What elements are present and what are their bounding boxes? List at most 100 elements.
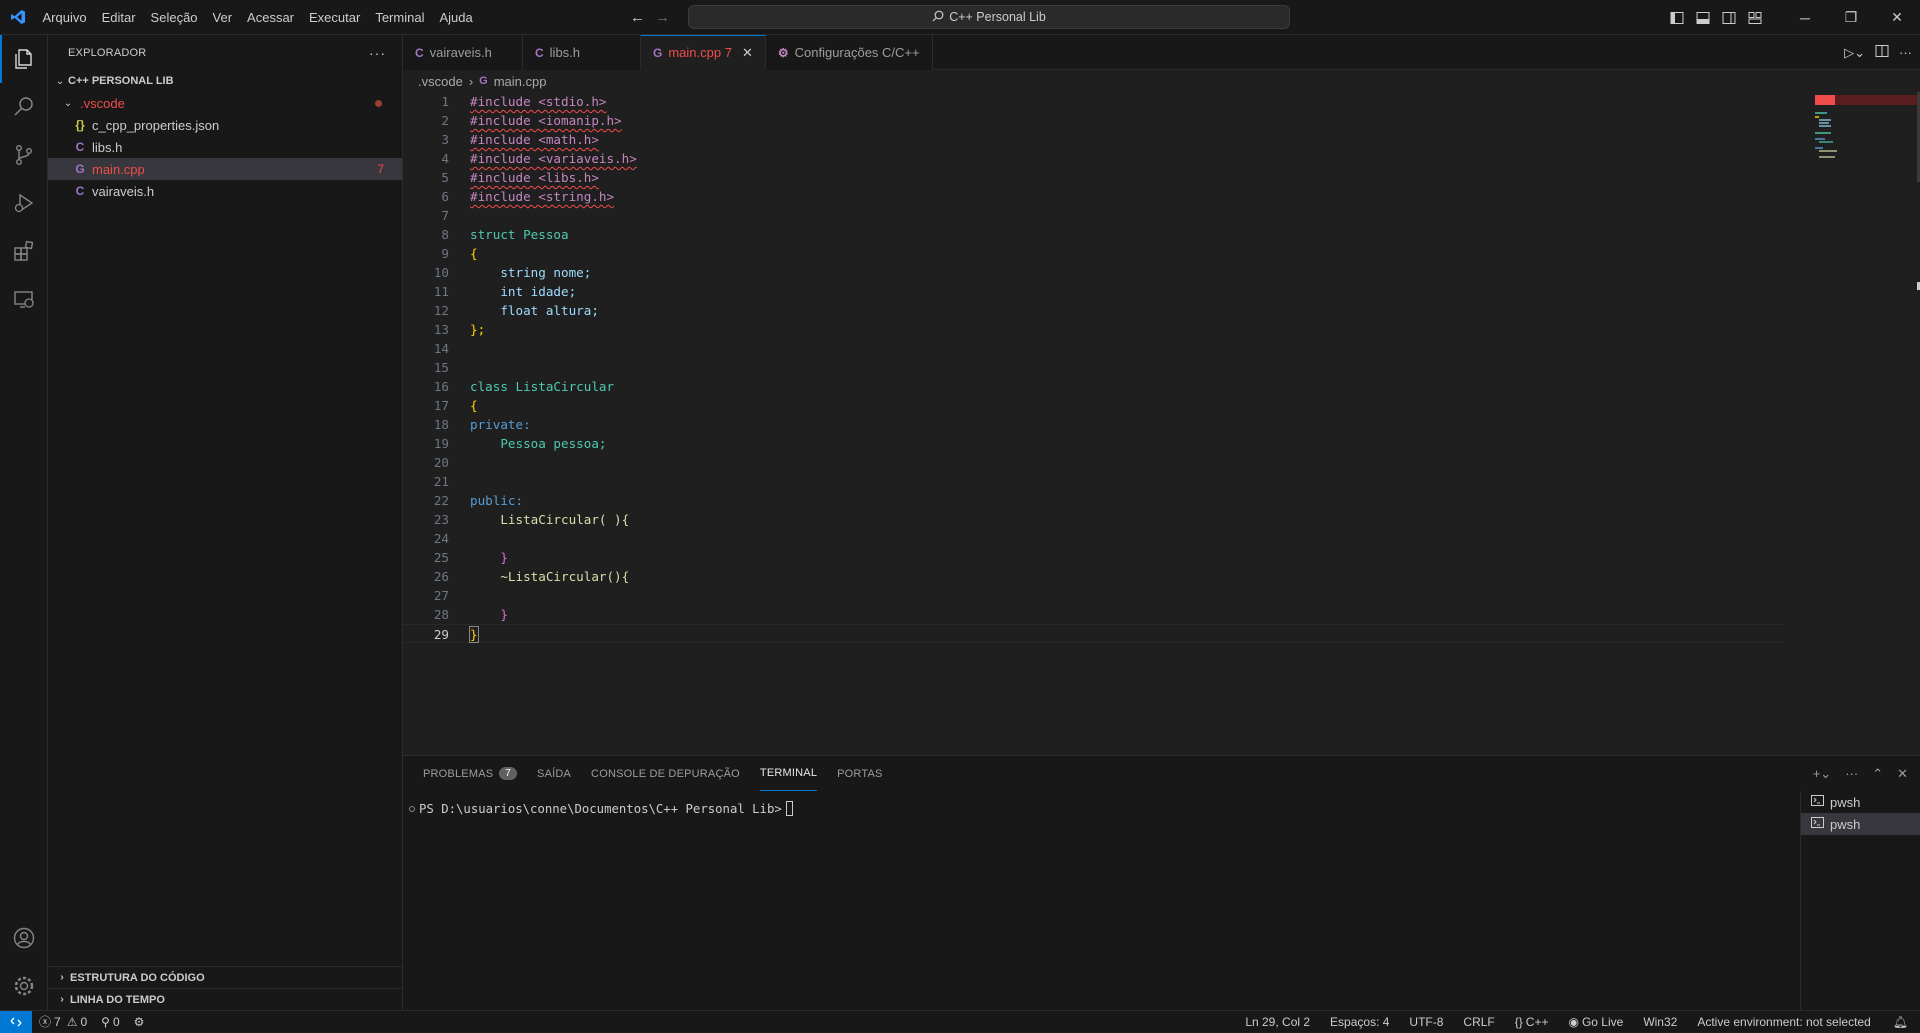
code-line: ListaCircular( ){ [470,512,630,527]
code-line: #include <iomanip.h> [470,113,622,128]
cursor-position[interactable]: Ln 29, Col 2 [1235,1015,1320,1029]
notifications-bell-icon[interactable]: 🔔︎ [1881,1015,1920,1029]
problems-status[interactable]: ⓧ 7 ⚠ 0 [32,1013,94,1030]
tab-debug-console[interactable]: CONSOLE DE DEPURAÇÃO [591,756,740,791]
outline-section[interactable]: › ESTRUTURA DO CÓDIGO [48,966,402,988]
chevron-down-icon: ⌄ [55,75,65,87]
menu-executar[interactable]: Executar [302,0,368,35]
source-control-icon[interactable] [0,131,48,179]
folder-vscode[interactable]: ⌄ .vscode [48,92,402,114]
broadcast-icon: ◉ [1568,1015,1579,1029]
run-debug-icon[interactable] [0,179,48,227]
code-line: #include <string.h> [470,189,615,204]
settings-gear-icon[interactable] [0,962,48,1010]
more-editor-actions-icon[interactable]: ··· [1899,45,1912,60]
platform[interactable]: Win32 [1633,1015,1687,1029]
search-activity-icon[interactable] [0,83,48,131]
menu-editar[interactable]: Editar [94,0,143,35]
menu-ajuda[interactable]: Ajuda [432,0,480,35]
toggle-secondary-sidebar-icon[interactable] [1716,0,1742,35]
run-file-icon[interactable]: ▷⌄ [1844,45,1865,61]
line-number: 9 [441,246,449,261]
terminal-list: pwsh pwsh [1800,791,1920,1011]
toggle-panel-icon[interactable] [1690,0,1716,35]
end-of-line[interactable]: CRLF [1453,1015,1504,1029]
file-item[interactable]: C libs.h [48,136,402,158]
tab-output[interactable]: SAÍDA [537,756,571,791]
close-window-icon[interactable]: ✕ [1874,0,1920,35]
c-file-icon: C [75,184,85,198]
line-number: 29 [433,627,449,642]
tab-cpp-config[interactable]: ⚙ Configurações C/C++ [765,35,933,70]
error-dot-icon [375,99,382,107]
file-item[interactable]: C vairaveis.h [48,180,402,202]
remote-explorer-icon[interactable] [0,275,48,323]
toggle-primary-sidebar-icon[interactable] [1664,0,1690,35]
line-number: 16 [433,379,449,394]
file-item[interactable]: {} c_cpp_properties.json [48,114,402,136]
menu-arquivo[interactable]: Arquivo [35,0,94,35]
restore-icon[interactable]: ❐ [1828,0,1874,35]
back-arrow-icon[interactable]: ← [630,9,645,26]
line-number: 4 [441,151,449,166]
minimap[interactable] [1805,92,1920,732]
breadcrumb-folder[interactable]: .vscode [418,74,463,89]
command-center-label: C++ Personal Lib [949,10,1046,24]
new-terminal-icon[interactable]: +⌄ [1813,766,1831,782]
code-line: } [470,550,508,565]
tab-main-cpp[interactable]: G main.cpp 7 ✕ [641,35,766,70]
tab-problems[interactable]: PROBLEMAS 7 [423,756,518,791]
code-editor[interactable]: 1 #include <stdio.h> 2 #include <iomanip.h… [403,92,1783,692]
minimize-icon[interactable]: ─ [1782,0,1828,35]
split-editor-icon[interactable] [1875,44,1889,61]
code-line: float altura; [470,303,599,318]
file-item-selected[interactable]: G main.cpp 7 [48,158,402,180]
tab-ports[interactable]: PORTAS [837,756,882,791]
code-line: struct Pessoa [470,227,569,242]
tab-vairaveis[interactable]: C vairaveis.h [403,35,523,70]
forward-arrow-icon[interactable]: → [655,9,670,26]
line-number: 7 [441,208,449,223]
more-actions-icon[interactable]: ··· [369,45,386,61]
menu-ver[interactable]: Ver [205,0,240,35]
workspace-root[interactable]: ⌄ C++ PERSONAL LIB [48,70,402,92]
terminal-cursor [785,801,793,816]
more-panel-actions-icon[interactable]: ··· [1845,766,1858,781]
maximize-panel-icon[interactable]: ⌃ [1872,766,1883,782]
code-line: #include <math.h> [470,132,599,147]
menu-terminal[interactable]: Terminal [368,0,432,35]
go-live-button[interactable]: ◉ Go Live [1558,1015,1633,1029]
debug-launch-icon[interactable]: ⚙ [127,1015,152,1029]
indentation[interactable]: Espaços: 4 [1320,1015,1399,1029]
menu-selecao[interactable]: Seleção [143,0,205,35]
terminal-output[interactable]: PS D:\usuarios\conne\Documentos\C++ Pers… [409,801,793,816]
timeline-section[interactable]: › LINHA DO TEMPO [48,988,402,1010]
remote-indicator-icon[interactable] [0,1010,32,1033]
line-number: 14 [433,341,449,356]
ports-status[interactable]: ⚲ 0 [94,1015,126,1029]
close-tab-icon[interactable]: ✕ [742,45,753,61]
terminal-item-selected[interactable]: pwsh [1801,813,1920,835]
language-mode[interactable]: {} C++ [1505,1015,1559,1029]
line-number: 17 [433,398,449,413]
terminal-item[interactable]: pwsh [1801,791,1920,813]
breadcrumb-file[interactable]: main.cpp [494,74,547,89]
encoding[interactable]: UTF-8 [1399,1015,1453,1029]
chevron-right-icon: › [60,972,64,983]
tab-libs[interactable]: C libs.h [523,35,641,70]
code-line: public: [470,493,524,508]
tab-terminal[interactable]: TERMINAL [759,756,818,791]
extensions-icon[interactable] [0,227,48,275]
code-line: ~ListaCircular(){ [470,569,630,584]
line-number: 20 [433,455,449,470]
close-panel-icon[interactable]: ✕ [1897,766,1908,782]
problem-badge: 7 [377,162,384,176]
line-number: 25 [433,550,449,565]
explorer-icon[interactable] [0,35,48,83]
menu-acessar[interactable]: Acessar [240,0,302,35]
command-center[interactable]: C++ Personal Lib [688,5,1290,29]
accounts-icon[interactable] [0,914,48,962]
python-environment[interactable]: Active environment: not selected [1687,1015,1880,1029]
customize-layout-icon[interactable] [1742,0,1768,35]
activity-bar [0,35,48,1010]
